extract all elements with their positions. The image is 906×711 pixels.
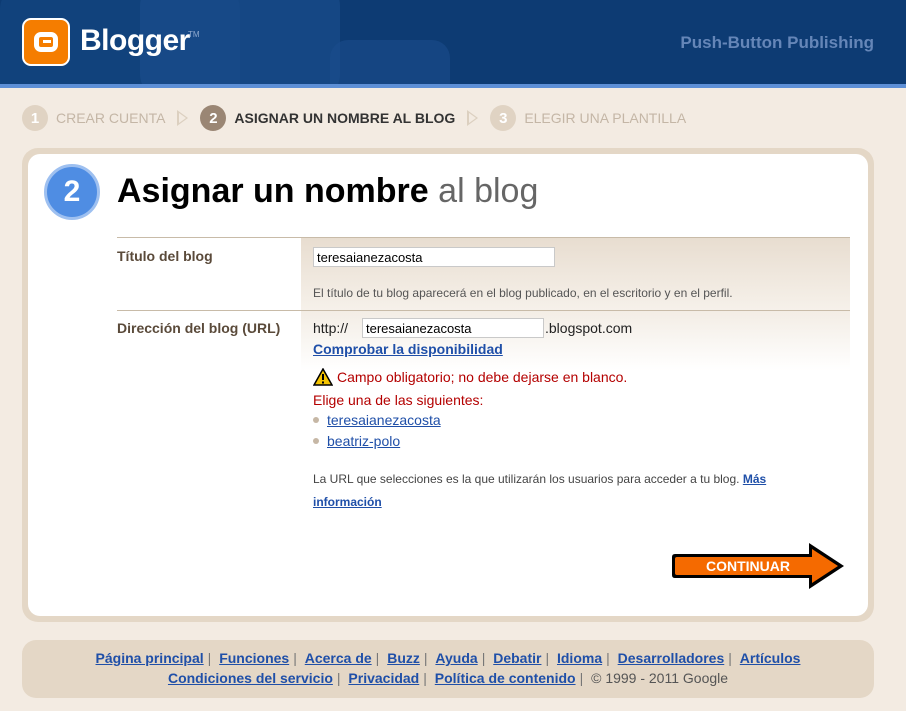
- step-label: CREAR CUENTA: [56, 110, 166, 126]
- footer-link[interactable]: Acerca de: [305, 650, 372, 666]
- footer: Página principal | Funciones | Acerca de | …: [22, 640, 874, 698]
- blog-url-input[interactable]: [362, 318, 544, 338]
- step-number: 2: [200, 105, 227, 131]
- footer-link[interactable]: Artículos: [740, 650, 801, 666]
- footer-links-row2: Condiciones del servicio | Privacidad | Po…: [167, 670, 729, 686]
- suggestion-item: teresaianezacosta: [313, 412, 441, 428]
- footer-link[interactable]: Desarrolladores: [618, 650, 725, 666]
- page-title-light: al blog: [438, 172, 539, 210]
- logo-text[interactable]: Blogger: [80, 24, 190, 58]
- footer-link[interactable]: Privacidad: [348, 670, 419, 686]
- continue-button[interactable]: CONTINUAR: [671, 540, 847, 592]
- footer-link[interactable]: Condiciones del servicio: [168, 670, 333, 686]
- blogger-logo-icon[interactable]: [22, 18, 70, 66]
- page-title-bold: Asignar un nombre: [117, 172, 429, 210]
- url-prefix: http://: [313, 320, 349, 336]
- blog-title-input[interactable]: [313, 247, 555, 267]
- footer-links-row1: Página principal | Funciones | Acerca de | …: [95, 650, 801, 666]
- footer-link[interactable]: Funciones: [219, 650, 289, 666]
- bullet-icon: [313, 438, 319, 444]
- check-availability-link[interactable]: Comprobar la disponibilidad: [313, 341, 503, 357]
- copyright: © 1999 - 2011 Google: [591, 670, 729, 686]
- url-info-text: La URL que selecciones es la que utiliza…: [313, 468, 813, 514]
- step-progress: 1 CREAR CUENTA 2 ASIGNAR UN NOMBRE AL BL…: [22, 104, 686, 132]
- suggestion-item: beatriz-polo: [313, 433, 400, 449]
- bullet-icon: [313, 417, 319, 423]
- step-arrow-icon: [177, 110, 189, 126]
- step-number: 3: [490, 105, 517, 131]
- footer-link[interactable]: Idioma: [557, 650, 602, 666]
- suggestion-link[interactable]: teresaianezacosta: [327, 412, 441, 428]
- step-create-account: 1 CREAR CUENTA: [22, 105, 165, 131]
- warning-icon: [312, 367, 334, 386]
- logo-trademark: TM: [188, 30, 200, 39]
- footer-link[interactable]: Política de contenido: [435, 670, 576, 686]
- tagline: Push-Button Publishing: [680, 33, 874, 52]
- continue-label: CONTINUAR: [706, 558, 790, 574]
- step-number-badge: 2: [44, 164, 100, 220]
- step-label: ASIGNAR UN NOMBRE AL BLOG: [234, 110, 456, 126]
- blog-title-hint: El título de tu blog aparecerá en el blo…: [313, 286, 733, 300]
- error-message: Campo obligatorio; no debe dejarse en bl…: [312, 367, 628, 386]
- url-info-body: La URL que selecciones es la que utiliza…: [313, 472, 740, 486]
- choose-suggestion-text: Elige una de las siguientes:: [313, 392, 484, 408]
- header-divider: [0, 84, 906, 88]
- step-choose-template: 3 ELEGIR UNA PLANTILLA: [490, 105, 686, 131]
- step-name-blog: 2 ASIGNAR UN NOMBRE AL BLOG: [200, 105, 455, 131]
- step-number: 1: [22, 105, 48, 131]
- step-arrow-icon: [467, 110, 479, 126]
- footer-link[interactable]: Buzz: [387, 650, 420, 666]
- suggestion-link[interactable]: beatriz-polo: [327, 433, 400, 449]
- blog-url-label: Dirección del blog (URL): [117, 320, 281, 336]
- footer-link[interactable]: Debatir: [493, 650, 541, 666]
- url-suffix: .blogspot.com: [545, 320, 633, 336]
- page-title: Asignar un nombre al blog: [117, 172, 538, 211]
- footer-link[interactable]: Página principal: [96, 650, 204, 666]
- header-decoration: [330, 40, 450, 84]
- blog-title-label: Título del blog: [117, 248, 213, 264]
- footer-link[interactable]: Ayuda: [435, 650, 477, 666]
- step-label: ELEGIR UNA PLANTILLA: [524, 110, 687, 126]
- error-text: Campo obligatorio; no debe dejarse en bl…: [337, 369, 628, 385]
